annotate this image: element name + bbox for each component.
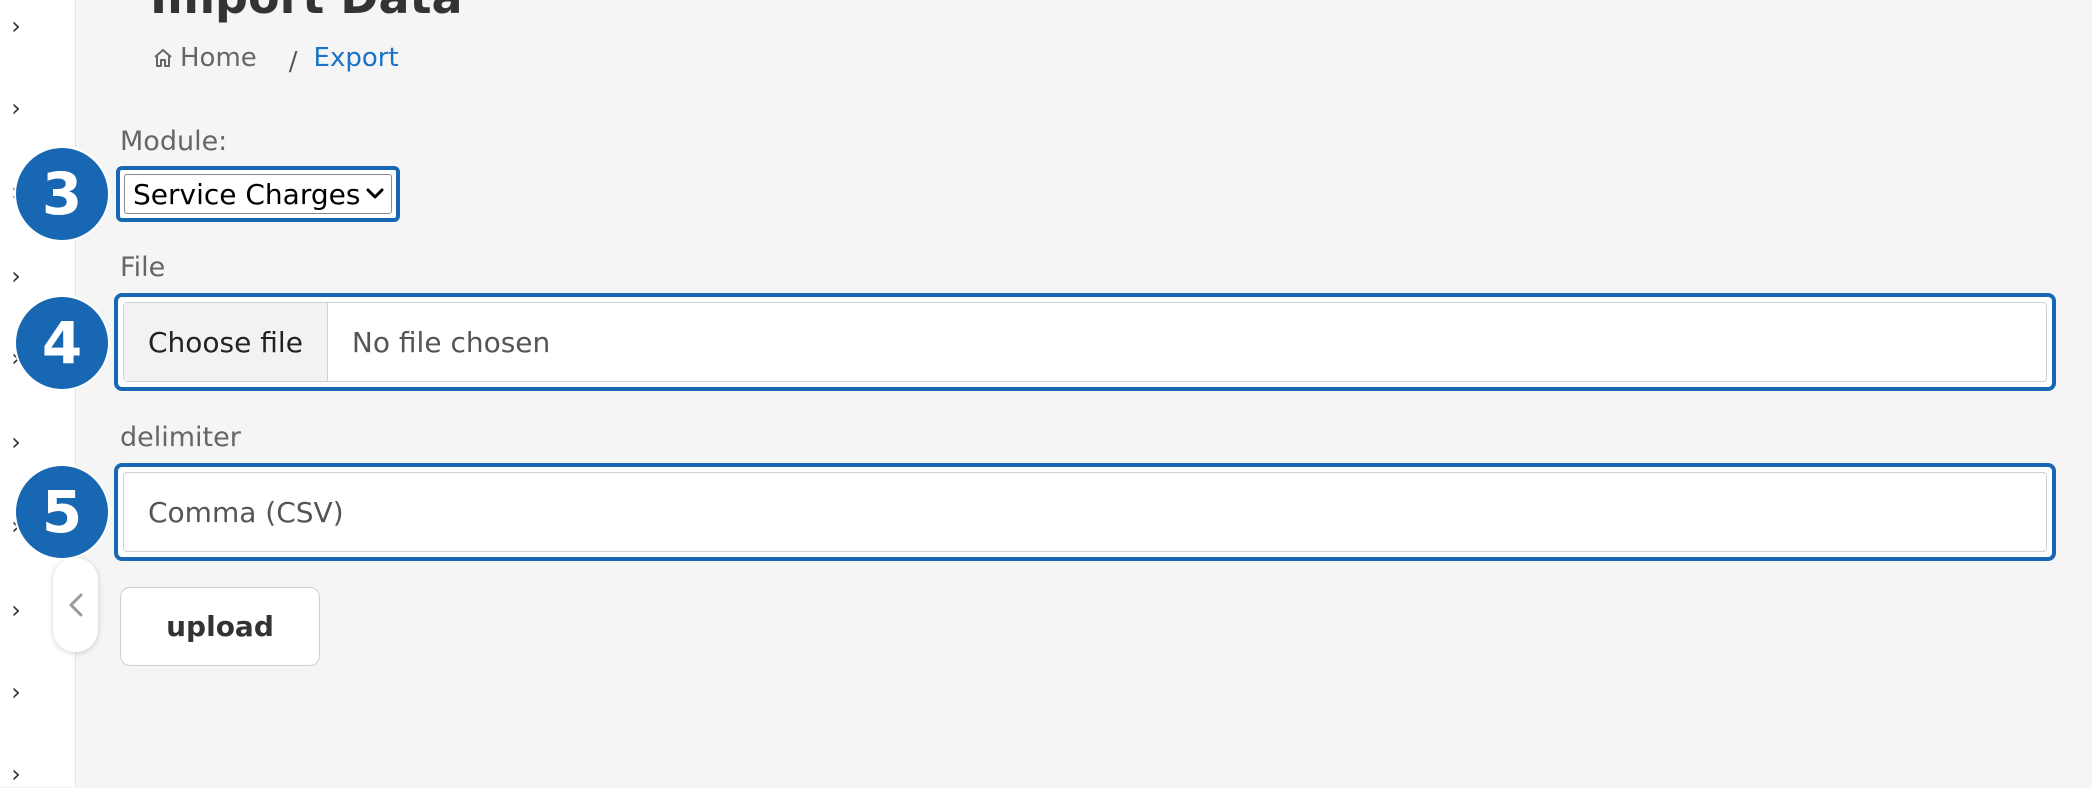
breadcrumb-home[interactable]: Home bbox=[152, 43, 257, 73]
file-input-box[interactable]: Choose file No file chosen bbox=[123, 302, 2047, 382]
chevron-right-icon[interactable]: › bbox=[6, 430, 26, 454]
module-select-box[interactable]: Service Charges bbox=[124, 174, 392, 214]
breadcrumb-export-link[interactable]: Export bbox=[314, 43, 399, 73]
delimiter-input[interactable]: Comma (CSV) bbox=[114, 463, 2056, 561]
choose-file-button[interactable]: Choose file bbox=[124, 303, 328, 381]
breadcrumb: Home / Export bbox=[152, 40, 399, 77]
chevron-right-icon[interactable]: › bbox=[6, 598, 26, 622]
chevron-right-icon[interactable]: › bbox=[6, 14, 26, 38]
sidebar-collapse-button[interactable] bbox=[53, 558, 98, 652]
chevron-left-icon bbox=[69, 593, 82, 617]
home-icon bbox=[154, 49, 172, 67]
chevron-right-icon[interactable]: › bbox=[6, 264, 26, 288]
delimiter-value: Comma (CSV) bbox=[148, 495, 344, 529]
step-badge-3: 3 bbox=[16, 148, 108, 240]
file-input[interactable]: Choose file No file chosen bbox=[114, 293, 2056, 391]
breadcrumb-home-label: Home bbox=[180, 43, 257, 73]
step-badge-4: 4 bbox=[16, 297, 108, 389]
chevron-right-icon[interactable]: › bbox=[6, 762, 26, 786]
file-status-text: No file chosen bbox=[351, 325, 551, 359]
module-label: Module: bbox=[120, 126, 228, 157]
module-select-value: Service Charges bbox=[133, 177, 361, 211]
chevron-down-icon bbox=[366, 188, 384, 199]
chevron-right-icon[interactable]: › bbox=[6, 96, 26, 120]
chevron-right-icon[interactable]: › bbox=[6, 680, 26, 704]
upload-button[interactable]: upload bbox=[120, 587, 320, 666]
breadcrumb-separator: / bbox=[288, 47, 298, 77]
delimiter-label: delimiter bbox=[120, 422, 241, 453]
file-label: File bbox=[120, 252, 166, 283]
module-select[interactable]: Service Charges bbox=[116, 166, 400, 222]
delimiter-input-box[interactable]: Comma (CSV) bbox=[123, 472, 2047, 552]
step-badge-5: 5 bbox=[16, 466, 108, 558]
sidebar: › › › › › › › › › › bbox=[0, 0, 76, 786]
page-title: Import Data bbox=[150, 0, 463, 24]
